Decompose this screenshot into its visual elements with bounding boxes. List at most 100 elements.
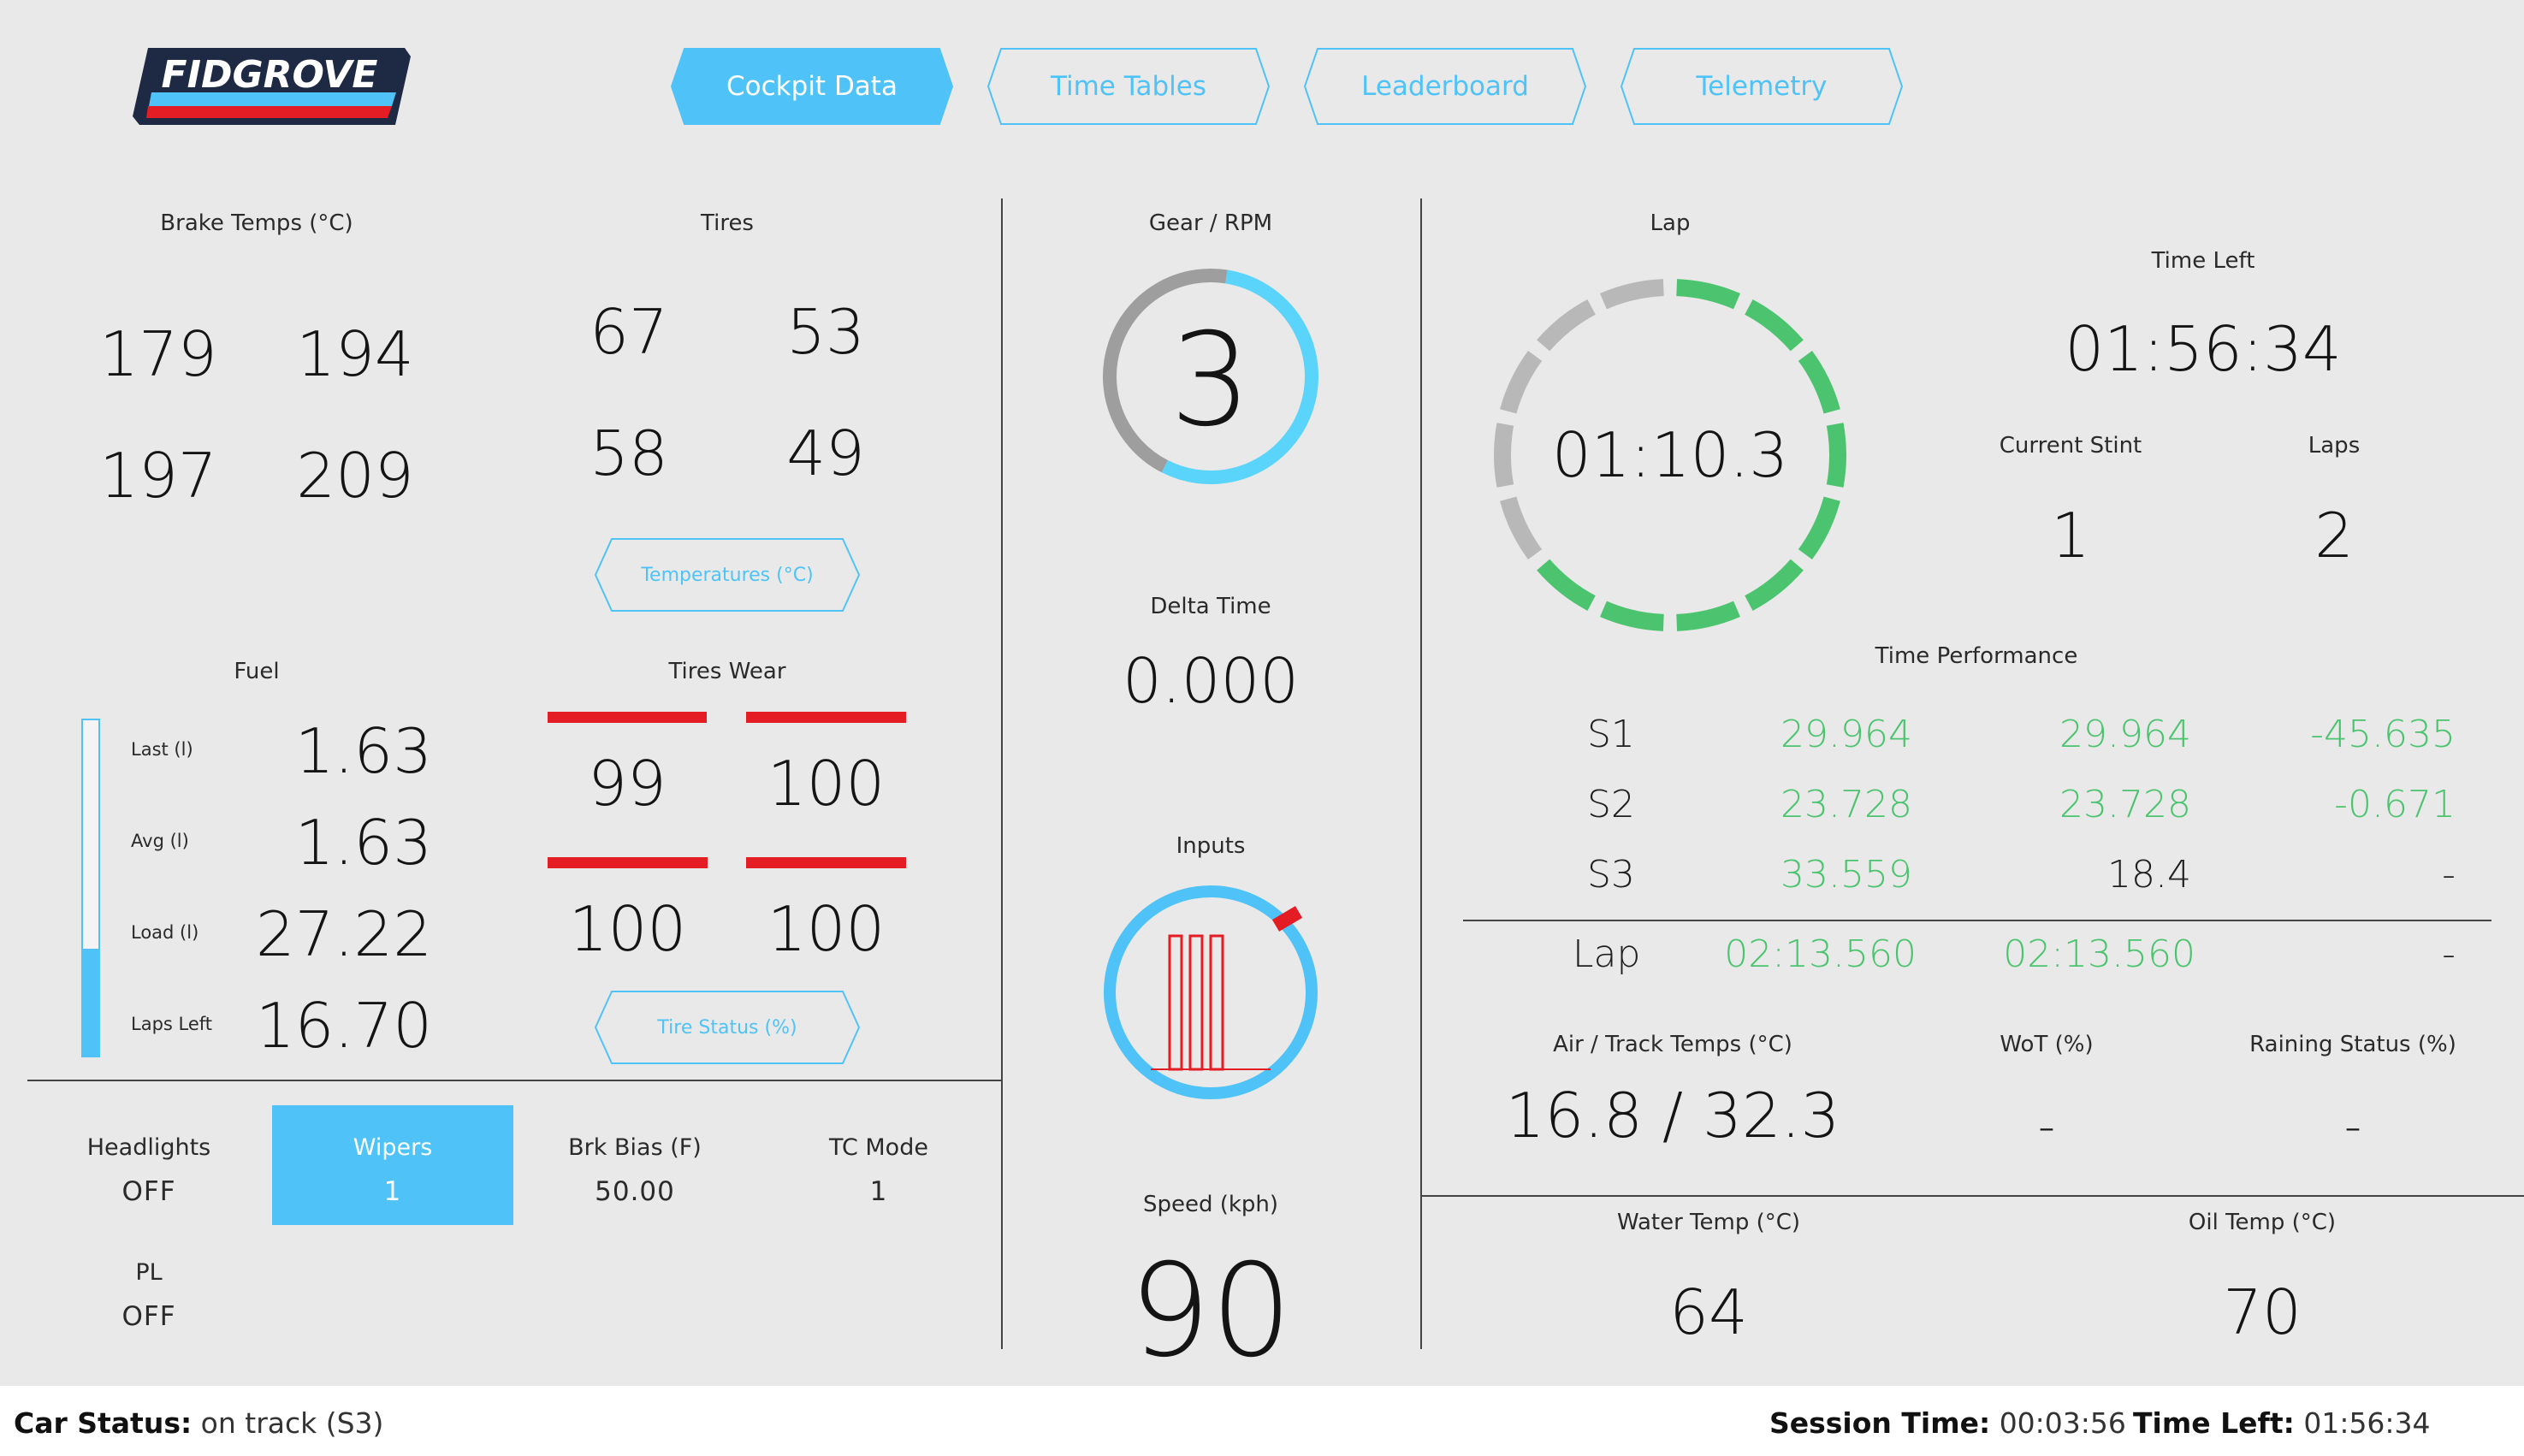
fidgrove-logo: FIDGROVE: [133, 48, 411, 125]
footer-time-left-label: Time Left:: [2133, 1406, 2295, 1440]
tc-mode-label: TC Mode: [829, 1134, 928, 1161]
fuel-gauge-fill: [83, 948, 98, 1056]
fuel-gauge: [81, 719, 100, 1057]
water-temp-value: 64: [1669, 1276, 1748, 1348]
lap-title: Lap: [1650, 210, 1691, 236]
time-performance-title: Time Performance: [1875, 643, 2078, 669]
s2-value-c: -0.671: [2334, 783, 2456, 826]
status-bar: Car Status: on track (S3) Session Time: …: [0, 1386, 2524, 1456]
tire-wear-bar-rr: [746, 857, 906, 868]
speed-value: 90: [1129, 1237, 1293, 1386]
delta-time-value: 0.000: [1122, 645, 1300, 717]
tab-cockpit-data[interactable]: Cockpit Data: [671, 48, 953, 125]
fuel-load-label: Load (l): [131, 922, 199, 943]
divider-right: [1420, 198, 1422, 1349]
tab-label: Time Tables: [1050, 71, 1207, 102]
session-time: Session Time: 00:03:56: [1769, 1406, 2126, 1440]
laps-value: 2: [2314, 500, 2354, 571]
pl-control[interactable]: PL OFF: [28, 1230, 270, 1350]
speed-title: Speed (kph): [1142, 1192, 1279, 1217]
air-track-temps-title: Air / Track Temps (°C): [1553, 1032, 1792, 1057]
divider-controls: [27, 1080, 1001, 1081]
wot-value: -: [2037, 1099, 2056, 1155]
tab-label: Telemetry: [1696, 71, 1828, 102]
s3-value-c: -: [2442, 853, 2456, 897]
temperatures-button-label: Temperatures (°C): [641, 564, 814, 586]
wot-title: WoT (%): [2000, 1032, 2094, 1057]
input-bar-1: [1168, 934, 1183, 1071]
tire-temp-rl: 58: [590, 417, 668, 489]
tire-wear-rl: 100: [568, 893, 687, 965]
laps-title: Laps: [2308, 433, 2361, 459]
car-status: Car Status: on track (S3): [14, 1406, 383, 1440]
fuel-avg-value: 1.63: [294, 807, 432, 879]
s3-value-a: 33.559: [1780, 853, 1912, 897]
tire-wear-fr: 100: [767, 748, 886, 820]
headlights-label: Headlights: [86, 1134, 211, 1161]
tc-mode-control[interactable]: TC Mode 1: [758, 1105, 999, 1225]
fuel-last-value: 1.63: [294, 715, 432, 787]
s1-value-b: 29.964: [2059, 713, 2191, 756]
lap-segment: [1599, 279, 1664, 310]
tire-temp-rr: 49: [786, 417, 865, 489]
delta-time-title: Delta Time: [1150, 594, 1271, 619]
fuel-avg-label: Avg (l): [131, 831, 189, 851]
brake-temp-rl: 197: [99, 440, 217, 512]
brake-bias-label: Brk Bias (F): [568, 1134, 702, 1161]
raining-status-value: -: [2343, 1099, 2362, 1155]
lap-segment: [1537, 559, 1596, 611]
temperatures-button[interactable]: Temperatures (°C): [595, 538, 860, 612]
s1-value-a: 29.964: [1780, 713, 1912, 756]
brake-temps-title: Brake Temps (°C): [160, 210, 353, 236]
s2-value-a: 23.728: [1780, 783, 1912, 826]
lap-segment: [1745, 559, 1804, 611]
tab-time-tables[interactable]: Time Tables: [987, 48, 1270, 125]
lap-segment: [1798, 496, 1840, 560]
oil-temp-title: Oil Temp (°C): [2188, 1210, 2337, 1235]
lap-segment: [1537, 299, 1596, 352]
footer-time-left: Time Left: 01:56:34: [2133, 1406, 2431, 1440]
divider-left: [1001, 198, 1003, 1349]
fuel-last-label: Last (l): [131, 739, 193, 760]
pl-value: OFF: [121, 1301, 176, 1332]
lap-segment: [1500, 496, 1543, 560]
row-label-s1: S1: [1587, 713, 1635, 756]
inputs-gauge: [1104, 885, 1318, 1099]
tire-wear-rr: 100: [767, 893, 886, 965]
session-time-label: Session Time:: [1769, 1406, 1991, 1440]
tab-label: Leaderboard: [1361, 71, 1529, 102]
footer-time-left-value: 01:56:34: [2303, 1406, 2431, 1440]
fuel-laps-left-label: Laps Left: [131, 1014, 213, 1034]
tire-wear-bar-fr: [746, 712, 906, 723]
tab-leaderboard[interactable]: Leaderboard: [1304, 48, 1586, 125]
wipers-control[interactable]: Wipers 1: [272, 1105, 513, 1225]
fuel-laps-left-value: 16.70: [255, 990, 432, 1062]
air-track-temps-value: 16.8 / 32.3: [1505, 1080, 1840, 1151]
s3-value-b: 18.4: [2107, 853, 2191, 897]
headlights-control[interactable]: Headlights OFF: [28, 1105, 270, 1225]
input-bar-3: [1209, 934, 1224, 1071]
brake-bias-control[interactable]: Brk Bias (F) 50.00: [514, 1105, 755, 1225]
lap-segment: [1676, 279, 1741, 310]
tc-mode-value: 1: [869, 1176, 888, 1207]
lap-value-b: 02:13.560: [2003, 932, 2195, 976]
lap-segment: [1745, 299, 1804, 352]
tire-status-button[interactable]: Tire Status (%): [595, 991, 860, 1064]
car-status-value: on track (S3): [200, 1406, 384, 1440]
divider-engine-temps: [1422, 1195, 2524, 1197]
oil-temp-value: 70: [2223, 1276, 2302, 1348]
lap-value-a: 02:13.560: [1724, 932, 1917, 976]
tire-temp-fl: 67: [590, 296, 668, 368]
tire-status-button-label: Tire Status (%): [657, 1016, 797, 1039]
brake-temp-fl: 179: [99, 318, 217, 390]
s2-value-b: 23.728: [2059, 783, 2191, 826]
current-stint-value: 1: [2051, 500, 2090, 571]
lap-segment: [1500, 350, 1543, 414]
wipers-label: Wipers: [353, 1134, 433, 1161]
tire-wear-bar-fl: [548, 712, 707, 723]
lap-value-c: -: [2442, 932, 2456, 976]
car-status-label: Car Status:: [14, 1406, 193, 1440]
gear-rpm-title: Gear / RPM: [1148, 210, 1273, 236]
tire-temp-fr: 53: [786, 296, 865, 368]
tab-telemetry[interactable]: Telemetry: [1620, 48, 1903, 125]
